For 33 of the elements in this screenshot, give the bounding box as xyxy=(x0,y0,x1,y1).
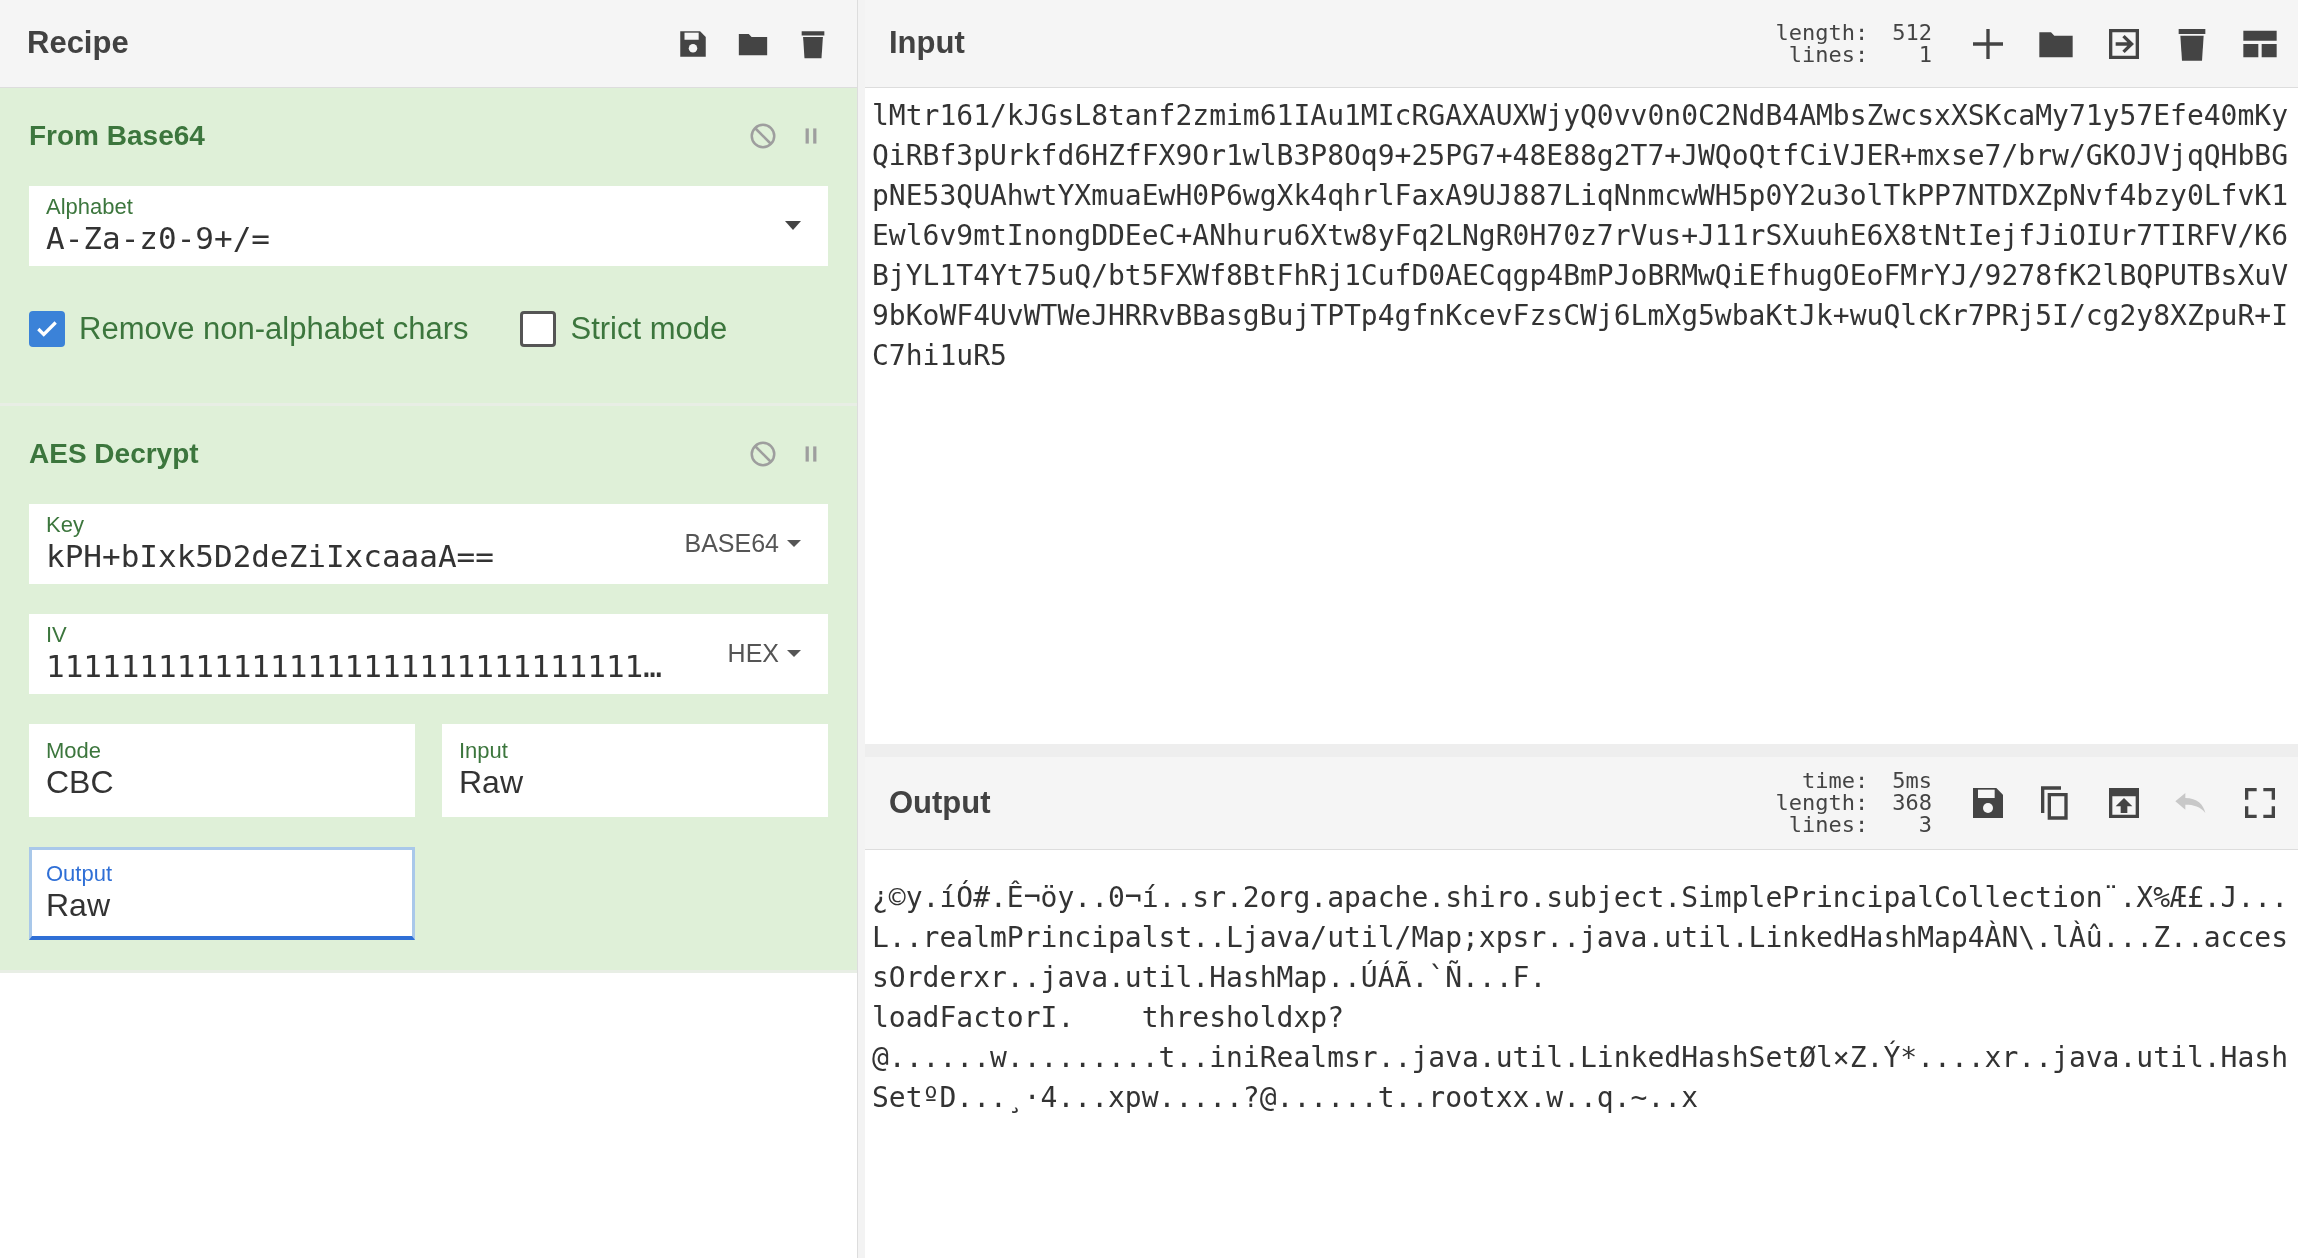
format-dropdown[interactable]: BASE64 xyxy=(684,524,779,563)
caret-icon xyxy=(785,221,801,231)
stat-value: 3 xyxy=(1917,814,1932,836)
output-text: ¿©y.íÓ#.Ê¬öy..0¬í..sr.2org.apache.shiro.subject.SimplePrincipalCollection¨.X%Æ£.J...L..realmPrincipalst..Ljava/util/Map;xpsr..java.util.LinkedHashMap4ÀN\.lÀû...Z..accessOrderxr..java.util.HashMap..ÚÁÃ.`Ñ...F. loadFactorI. thresholdxp? @......w.........t..iniRealmsr..java.util.LinkedHashSetØl×Z.Ý*....xr..java.util.HashSetºD...¸·4...xpw.....?@......t..rootxx.w..q.~..x xyxy=(872,879,2290,1116)
stat-value: 5ms xyxy=(1892,770,1932,792)
input-field[interactable]: Mode CBC xyxy=(29,723,415,817)
input-field[interactable]: Key kPH+bIxk5D2deZiIxcaaaA== BASE64 xyxy=(29,503,828,584)
resize-handle[interactable] xyxy=(858,0,865,1258)
stat-label: length: xyxy=(1775,21,1869,44)
checkbox[interactable] xyxy=(520,311,557,348)
panel-title: Recipe xyxy=(27,24,129,63)
stat-label: length: xyxy=(1775,792,1869,814)
checkbox-label[interactable]: Strict mode xyxy=(570,306,728,353)
stat-label: lines: xyxy=(1788,814,1869,836)
stat-value: 1 xyxy=(1917,43,1932,66)
input-textarea[interactable]: lMtr161/kJGsL8tanf2zmim61IAu1MIcRGAXAUXWjyQ0vv0n0C2NdB4AMbsZwcsxXSKcaMy71y57Efe40mKyQiRBf3pUrkfd6HZfFX9Or1wlB3P8Oq9+25PG7+48E88g2T7+JWQoQtfCiVJER+mxse7/brw/GKOJVjqQHbBGpNE53QUAhwtYXmuaEwH0P6wgXk4qhrlFaxA9UJ887LiqNnmcwWH5p0Y2u3olTkPP7NTDXZpNvf4bzy0LfvK1Ewl6v9mtInongDDEeC+ANhuru6Xtw8yFq2LNgR0H70z7rVus+J11rSXuuhE6X8tNtIejfJiOIUr7TIRFV/K6BjYL1T4Yt75uQ/bt5FXWf8BtFhRj1CufD0AECqgp4BmPJoBRMwQiEfhugOEoFMrYJ/9278fK2lBQPUTBsXuV9bKoWF4UvWTWeJHRRvBBasgBujTPTp4gfnKcevFzsCWj6LmXg5wbaKtJk+wuQlcKr7PRj5I/cg2y8XZpuR+IC7hi1uR5 xyxy=(872,96,2295,376)
format-dropdown[interactable]: HEX xyxy=(727,634,779,673)
stat-label: lines: xyxy=(1788,43,1869,66)
input-field[interactable]: Output Raw xyxy=(29,846,415,940)
operation-title: AES Decrypt xyxy=(29,436,199,471)
operation-title: From Base64 xyxy=(29,119,205,153)
stat-value: 512 xyxy=(1892,21,1932,44)
checkbox[interactable] xyxy=(29,311,65,348)
panel-title: Output xyxy=(889,783,991,822)
stat-label: time: xyxy=(1801,770,1869,792)
input-field[interactable]: Input Raw xyxy=(442,723,828,817)
caret-icon[interactable] xyxy=(787,649,801,658)
checkbox-label[interactable]: Remove non-alphabet chars xyxy=(79,306,469,353)
caret-icon[interactable] xyxy=(787,539,801,548)
input-field[interactable]: IV 11111111111111111111111111111111… HEX xyxy=(29,613,828,694)
stat-value: 368 xyxy=(1892,792,1932,814)
input-field[interactable]: Alphabet A-Za-z0-9+/= xyxy=(29,186,828,266)
panel-title: Input xyxy=(889,24,965,63)
